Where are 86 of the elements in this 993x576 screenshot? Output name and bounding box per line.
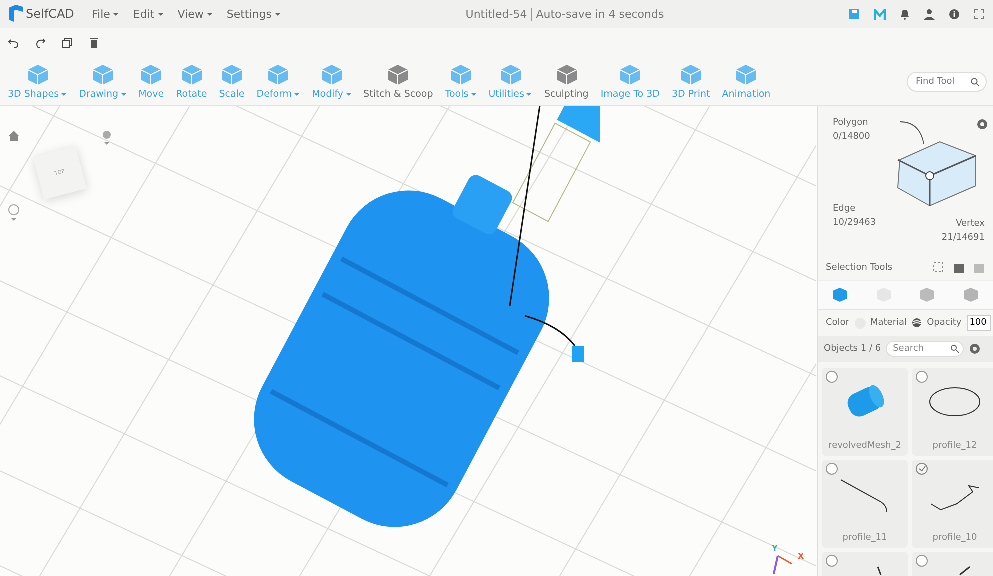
- user-icon[interactable]: [924, 8, 935, 20]
- material-label: Material: [870, 318, 908, 328]
- menu-item[interactable]: View: [178, 8, 213, 20]
- cube-icon: [180, 63, 204, 87]
- object-name: revolvedMesh_2: [828, 441, 902, 451]
- object-name: profile_10: [932, 533, 978, 543]
- object-checkbox[interactable]: [916, 371, 928, 383]
- cube-icon: [734, 63, 758, 87]
- object-checkbox[interactable]: [826, 463, 838, 475]
- toolbar-tool[interactable]: 3D Print: [668, 63, 714, 100]
- cube-icon: [26, 63, 50, 87]
- object-card[interactable]: profile_12: [912, 368, 993, 456]
- polygon-count: 0/14800: [833, 131, 870, 144]
- cube-icon: [498, 63, 523, 87]
- color-label: Color: [826, 318, 850, 328]
- object-name: profile_11: [842, 533, 888, 543]
- object-card[interactable]: profile_10: [912, 460, 993, 548]
- menu-item[interactable]: Edit: [133, 8, 164, 20]
- toolbar-tool[interactable]: Deform: [252, 63, 304, 100]
- selection-tools-label: Selection Tools: [826, 263, 893, 273]
- object-search-field[interactable]: Search: [886, 341, 964, 357]
- object-card[interactable]: profile_11: [822, 460, 908, 548]
- vertex-label: Vertex: [956, 218, 985, 231]
- undo-icon[interactable]: [8, 38, 19, 48]
- box-select-icon[interactable]: [933, 262, 945, 274]
- autosave-status: Auto-save in 4 seconds: [531, 8, 664, 20]
- toolbar-tool[interactable]: Tools: [441, 63, 481, 100]
- toolbar-tool[interactable]: Rotate: [172, 63, 212, 100]
- logo-icon: [8, 5, 24, 23]
- object-checkbox[interactable]: [826, 371, 838, 383]
- polygon-label: Polygon: [833, 117, 868, 130]
- cube-icon: [320, 63, 344, 87]
- toolbar-tool[interactable]: Sculpting: [540, 63, 593, 100]
- menu-item[interactable]: Settings: [226, 8, 281, 20]
- toolbar-tool[interactable]: Image To 3D: [596, 63, 664, 100]
- toolbar-tool[interactable]: Utilities: [484, 63, 536, 100]
- fullscreen-icon[interactable]: [974, 8, 985, 20]
- axis-label: X: [798, 552, 804, 561]
- save-icon[interactable]: [849, 8, 860, 20]
- object-card[interactable]: revolvedMesh_2: [822, 368, 908, 456]
- cube-icon: [90, 63, 115, 87]
- search-icon: [971, 78, 980, 86]
- bell-icon[interactable]: [900, 8, 910, 20]
- trash-icon[interactable]: [89, 37, 99, 49]
- redo-icon[interactable]: [35, 38, 46, 48]
- opacity-label: Opacity: [927, 318, 962, 328]
- object-checkbox[interactable]: [916, 555, 928, 567]
- object-checkbox[interactable]: [916, 463, 928, 475]
- vertex-count: 21/14691: [942, 232, 985, 245]
- toolbar-tool[interactable]: Scale: [215, 63, 249, 100]
- objects-count: Objects 1 / 6: [824, 344, 882, 354]
- cube-icon: [386, 63, 410, 87]
- edge-count: 10/29463: [833, 217, 876, 230]
- cube-icon: [618, 63, 642, 87]
- find-tool-field[interactable]: Find Tool: [907, 72, 987, 92]
- copy-icon[interactable]: [62, 38, 73, 48]
- toolbar-tool[interactable]: 3D Shapes: [4, 63, 72, 100]
- cube-icon: [448, 63, 473, 87]
- compass-icon[interactable]: [8, 204, 20, 222]
- cube-icon: [139, 63, 164, 87]
- document-title: Untitled-54: [466, 8, 528, 20]
- m-logo-icon[interactable]: [874, 8, 886, 20]
- cube-icon: [220, 63, 244, 87]
- menu-item[interactable]: File: [92, 8, 120, 20]
- material-icon[interactable]: [912, 318, 922, 328]
- search-icon: [951, 345, 960, 353]
- object-checkbox[interactable]: [826, 555, 838, 567]
- toolbar-tool[interactable]: Move: [134, 63, 168, 100]
- edge-label: Edge: [833, 203, 856, 216]
- toolbar-tool[interactable]: Animation: [718, 63, 775, 100]
- cube-icon: [266, 63, 290, 87]
- app-name: SelfCAD: [26, 7, 74, 21]
- toolbar-tool[interactable]: Modify: [308, 63, 356, 100]
- info-icon[interactable]: [949, 8, 960, 20]
- opacity-field[interactable]: 100: [966, 315, 991, 331]
- object-name: profile_12: [932, 441, 978, 451]
- toolbar-tool[interactable]: Drawing: [75, 63, 131, 100]
- cube-icon: [554, 63, 579, 87]
- axis-label: Y: [772, 544, 778, 553]
- curve-thumbnail: [959, 566, 971, 576]
- home-icon[interactable]: [8, 130, 20, 142]
- toolbar-tool[interactable]: Stitch & Scoop: [360, 63, 438, 100]
- curve-thumbnail: [877, 566, 883, 576]
- cube-icon: [679, 63, 704, 87]
- light-icon[interactable]: [102, 130, 112, 146]
- check-icon: [918, 466, 926, 472]
